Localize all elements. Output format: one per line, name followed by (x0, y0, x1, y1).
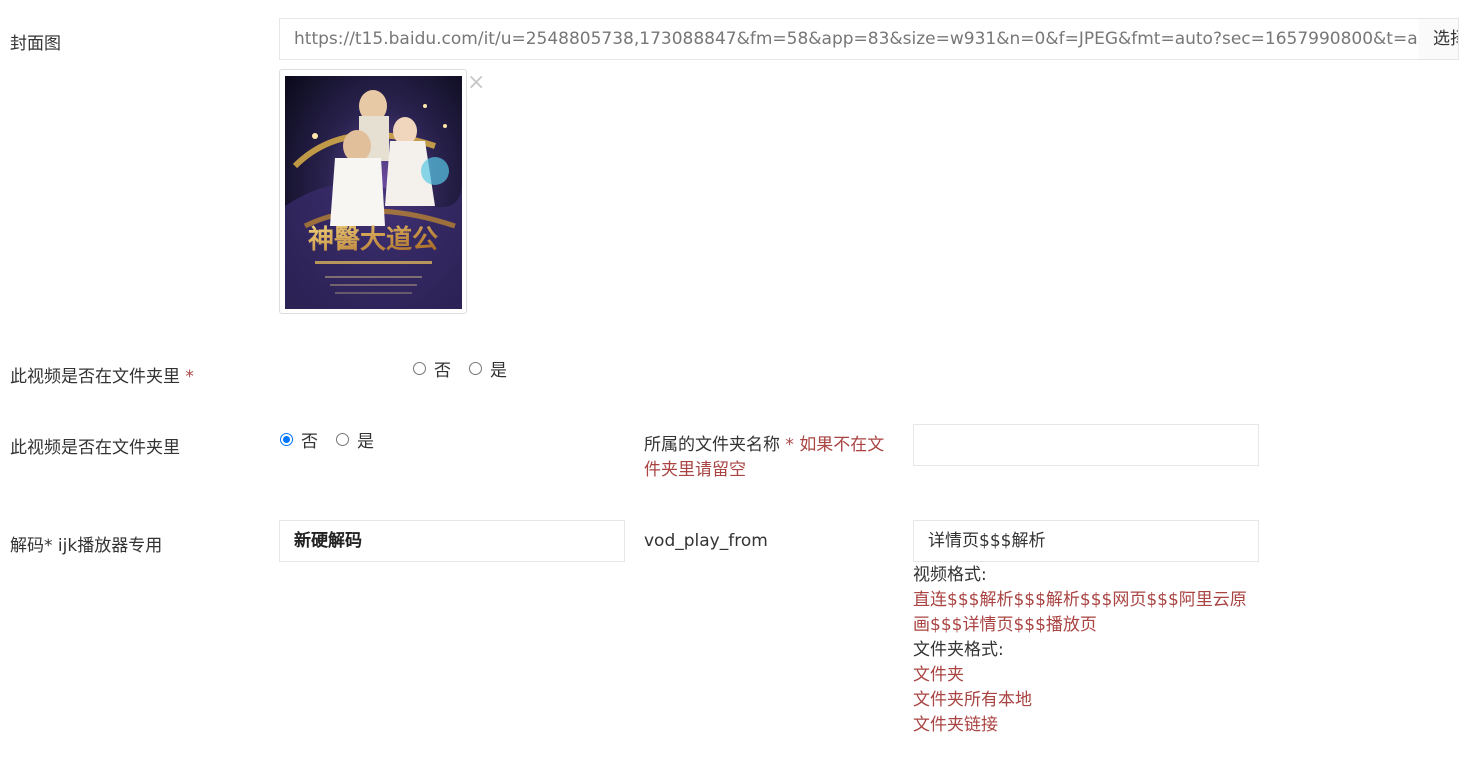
folder-name-hint-1: 如果不在文 (799, 435, 885, 455)
cover-poster-image: 神醫大道公 (285, 76, 462, 309)
required-mark: * (785, 435, 794, 455)
folder-name-label: 所属的文件夹名称 * 如果不在文 件夹里请留空 (644, 433, 884, 483)
radio-yes-2[interactable] (336, 433, 349, 446)
choose-file-button[interactable]: 选择 (1419, 18, 1459, 60)
folder-question-1-text: 此视频是否在文件夹里 (10, 367, 180, 387)
radio-no-2-label[interactable]: 否 (301, 427, 318, 452)
remove-cover-icon[interactable]: × (467, 72, 485, 94)
radio-no-1-label[interactable]: 否 (434, 356, 451, 381)
video-format-line-1: 直连$$$解析$$$解析$$$网页$$$阿里云原 (913, 590, 1247, 610)
radio-yes-1-label[interactable]: 是 (490, 356, 507, 381)
folder-format-item: 文件夹链接 (913, 715, 998, 735)
form-page: 封面图 https://t15.baidu.com/it/u=254880573… (0, 0, 1459, 761)
cover-label: 封面图 (10, 34, 61, 54)
folder-question-1-label: 此视频是否在文件夹里 * (10, 362, 194, 387)
vod-play-from-input[interactable]: 详情页$$$解析 (913, 520, 1259, 562)
decode-input[interactable]: 新硬解码 (279, 520, 625, 562)
radio-no-1[interactable] (413, 362, 426, 375)
folder-format-title: 文件夹格式: (913, 640, 1004, 660)
video-format-title: 视频格式: (913, 565, 987, 585)
radio-yes-1[interactable] (469, 362, 482, 375)
radio-no-2[interactable] (280, 433, 293, 446)
folder-question-1-radios: 否 是 (413, 356, 525, 381)
folder-question-2-label: 此视频是否在文件夹里 (10, 438, 180, 458)
folder-name-hint-2: 件夹里请留空 (644, 460, 746, 480)
vod-play-from-label: vod_play_from (644, 531, 768, 551)
decode-label: 解码* ijk播放器专用 (10, 536, 163, 556)
folder-name-input[interactable] (913, 424, 1259, 466)
folder-format-item: 文件夹 (913, 665, 964, 685)
required-mark: * (185, 367, 194, 387)
cover-thumbnail: 神醫大道公 (279, 69, 467, 314)
radio-yes-2-label[interactable]: 是 (357, 427, 374, 452)
video-format-line-2: 画$$$详情页$$$播放页 (913, 615, 1097, 635)
cover-url-input[interactable]: https://t15.baidu.com/it/u=2548805738,17… (279, 18, 1420, 60)
folder-format-item: 文件夹所有本地 (913, 690, 1032, 710)
folder-name-text: 所属的文件夹名称 (644, 435, 780, 455)
poster-title-text: 神醫大道公 (308, 224, 438, 255)
folder-question-2-radios: 否 是 (280, 427, 392, 452)
